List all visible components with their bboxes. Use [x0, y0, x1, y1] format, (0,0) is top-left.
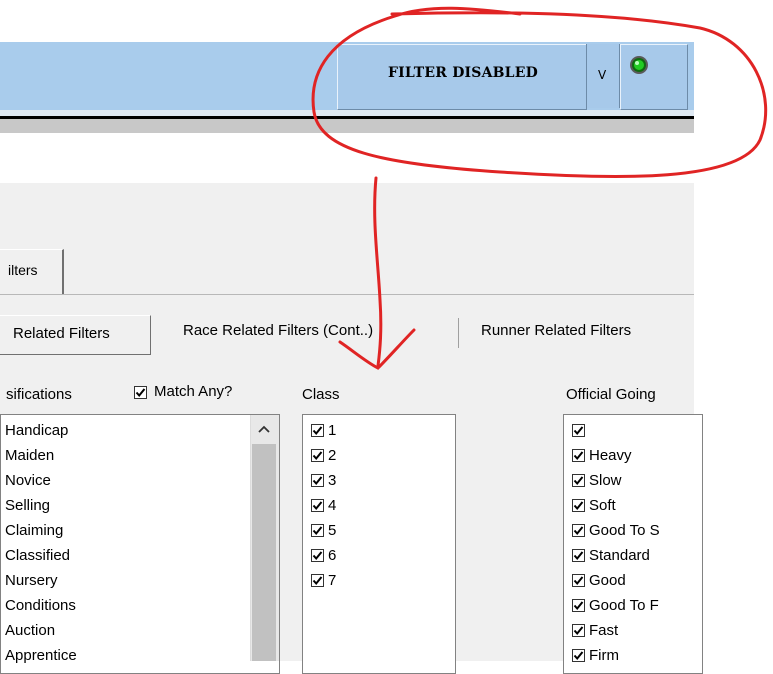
going-checkbox[interactable]: [572, 449, 585, 462]
check-icon: [573, 576, 584, 586]
class-checkbox[interactable]: [311, 424, 324, 437]
going-checkbox[interactable]: [572, 499, 585, 512]
class-item[interactable]: 2: [303, 443, 455, 468]
going-checkbox[interactable]: [572, 474, 585, 487]
going-checkbox[interactable]: [572, 599, 585, 612]
class-item-label: 3: [328, 472, 337, 489]
list-item[interactable]: Nursery: [1, 568, 279, 593]
check-icon: [312, 576, 323, 586]
filter-toggle-label: V: [598, 68, 607, 82]
classifications-list[interactable]: Handicap Maiden Novice Selling Claiming …: [0, 414, 280, 674]
class-item[interactable]: 7: [303, 568, 455, 593]
going-item-label: Good To F: [589, 597, 659, 614]
subtab-race-related-label: Related Filters: [13, 325, 110, 342]
class-item-label: 1: [328, 422, 337, 439]
list-item[interactable]: Conditions: [1, 593, 279, 618]
class-item-label: 5: [328, 522, 337, 539]
check-icon: [312, 501, 323, 511]
subtab-separator: [458, 318, 459, 348]
class-checkbox[interactable]: [311, 474, 324, 487]
subtab-race-related-cont[interactable]: Race Related Filters (Cont..): [183, 322, 373, 339]
going-item-label: Standard: [589, 547, 650, 564]
class-checkbox[interactable]: [311, 499, 324, 512]
list-item[interactable]: Auction: [1, 618, 279, 643]
scroll-up-icon[interactable]: [250, 415, 278, 443]
going-checkbox[interactable]: [572, 574, 585, 587]
class-item-label: 6: [328, 547, 337, 564]
class-checkbox[interactable]: [311, 449, 324, 462]
check-icon: [573, 451, 584, 461]
status-led-icon: [630, 56, 648, 74]
class-checkbox[interactable]: [311, 574, 324, 587]
check-icon: [312, 426, 323, 436]
going-checkbox[interactable]: [572, 549, 585, 562]
going-item[interactable]: Good To F: [564, 593, 702, 618]
class-item-label: 7: [328, 572, 337, 589]
going-item[interactable]: Standard: [564, 543, 702, 568]
scroll-thumb[interactable]: [252, 444, 276, 661]
list-item[interactable]: Classified: [1, 543, 279, 568]
list-item[interactable]: Claiming: [1, 518, 279, 543]
check-icon: [573, 651, 584, 661]
class-item[interactable]: 5: [303, 518, 455, 543]
match-any-label: Match Any?: [154, 383, 233, 400]
subtab-runner-related-filters[interactable]: Runner Related Filters: [481, 322, 631, 339]
classifications-label: sifications: [6, 386, 72, 403]
class-item-label: 2: [328, 447, 337, 464]
check-icon: [135, 388, 146, 398]
class-item-label: 4: [328, 497, 337, 514]
going-item[interactable]: [564, 418, 702, 443]
check-icon: [312, 526, 323, 536]
check-icon: [573, 601, 584, 611]
going-item[interactable]: Slow: [564, 468, 702, 493]
match-any-checkbox[interactable]: [134, 386, 147, 399]
class-list[interactable]: 1 2 3 4 5 6 7: [302, 414, 456, 674]
official-going-label: Official Going: [566, 386, 656, 403]
list-item[interactable]: Novice: [1, 468, 279, 493]
check-icon: [573, 426, 584, 436]
check-icon: [573, 476, 584, 486]
going-item-label: Firm: [589, 647, 619, 664]
class-checkbox[interactable]: [311, 524, 324, 537]
going-checkbox[interactable]: [572, 624, 585, 637]
going-item-label: Good: [589, 572, 626, 589]
tab-filters-label: ilters: [8, 262, 38, 278]
check-icon: [573, 551, 584, 561]
check-icon: [573, 626, 584, 636]
going-item[interactable]: Good To S: [564, 518, 702, 543]
check-icon: [573, 526, 584, 536]
class-label: Class: [302, 386, 340, 403]
check-icon: [312, 551, 323, 561]
official-going-list[interactable]: Heavy Slow Soft Good To S Standard Good …: [563, 414, 703, 674]
list-item[interactable]: Maiden: [1, 443, 279, 468]
class-item[interactable]: 4: [303, 493, 455, 518]
going-item[interactable]: Firm: [564, 643, 702, 668]
class-item[interactable]: 3: [303, 468, 455, 493]
going-item-label: Heavy: [589, 447, 632, 464]
list-item[interactable]: Apprentice: [1, 643, 279, 668]
toolbar-gap: [0, 119, 694, 133]
going-item-label: Good To S: [589, 522, 660, 539]
going-item-label: Fast: [589, 622, 619, 639]
list-item[interactable]: Selling: [1, 493, 279, 518]
going-checkbox[interactable]: [572, 649, 585, 662]
class-item[interactable]: 6: [303, 543, 455, 568]
going-item[interactable]: Good: [564, 568, 702, 593]
class-item[interactable]: 1: [303, 418, 455, 443]
tab-panel-border: [0, 294, 694, 295]
going-checkbox[interactable]: [572, 424, 585, 437]
filter-status-text: FILTER DISABLED: [388, 65, 538, 81]
going-item[interactable]: Fast: [564, 618, 702, 643]
going-item-label: Soft: [589, 497, 616, 514]
list-item[interactable]: Handicap: [1, 418, 279, 443]
going-item[interactable]: Soft: [564, 493, 702, 518]
check-icon: [312, 451, 323, 461]
going-checkbox[interactable]: [572, 524, 585, 537]
check-icon: [573, 501, 584, 511]
check-icon: [312, 476, 323, 486]
going-item-label: Slow: [589, 472, 622, 489]
going-item[interactable]: Heavy: [564, 443, 702, 468]
class-checkbox[interactable]: [311, 549, 324, 562]
status-indicator-panel: [620, 44, 688, 110]
